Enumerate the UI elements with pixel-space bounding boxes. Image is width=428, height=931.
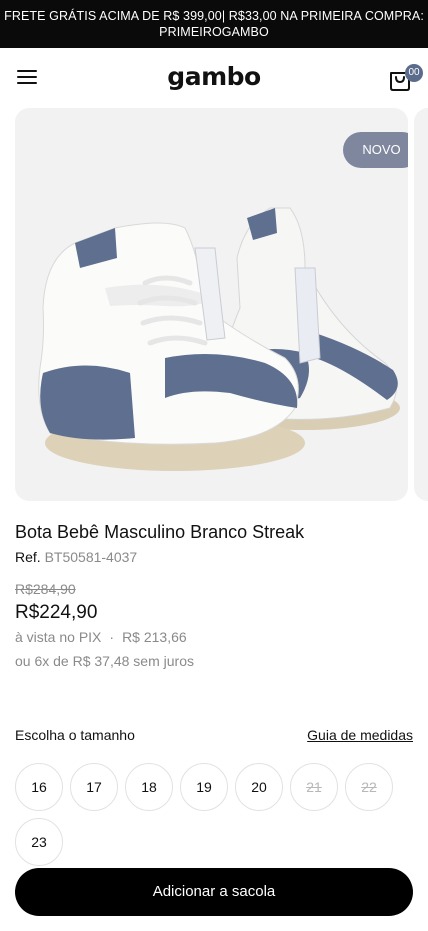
- size-option-21[interactable]: 21: [290, 763, 338, 811]
- ref-label: Ref.: [15, 549, 41, 565]
- size-option-19[interactable]: 19: [180, 763, 228, 811]
- old-price: R$284,90: [15, 581, 76, 597]
- product-reference: Ref. BT50581-4037: [15, 549, 137, 565]
- promo-line-2: PRIMEIROGAMBO: [159, 25, 269, 39]
- ref-code: BT50581-4037: [44, 549, 138, 565]
- promo-banner: FRETE GRÁTIS ACIMA DE R$ 399,00| R$33,00…: [0, 0, 428, 48]
- shoe-illustration: [38, 207, 400, 471]
- size-option-16[interactable]: 16: [15, 763, 63, 811]
- current-price: R$224,90: [15, 602, 98, 623]
- size-option-20[interactable]: 20: [235, 763, 283, 811]
- add-to-bag-button[interactable]: Adicionar a sacola: [15, 868, 413, 916]
- pix-separator: ·: [109, 629, 115, 645]
- product-gallery[interactable]: NOVO: [0, 108, 428, 502]
- product-image[interactable]: NOVO: [15, 108, 408, 501]
- size-selector-label: Escolha o tamanho: [15, 727, 135, 743]
- size-guide-link[interactable]: Guia de medidas: [307, 727, 413, 743]
- installments-text: ou 6x de R$ 37,48 sem juros: [15, 653, 194, 669]
- brand-logo[interactable]: gambo: [0, 62, 428, 91]
- pix-label: à vista no PIX: [15, 629, 102, 645]
- new-badge: NOVO: [343, 132, 408, 168]
- size-option-17[interactable]: 17: [70, 763, 118, 811]
- product-title: Bota Bebê Masculino Branco Streak: [15, 522, 305, 542]
- promo-line-1: FRETE GRÁTIS ACIMA DE R$ 399,00| R$33,00…: [4, 9, 424, 23]
- size-option-22[interactable]: 22: [345, 763, 393, 811]
- next-product-image[interactable]: [414, 108, 428, 501]
- size-option-23[interactable]: 23: [15, 818, 63, 866]
- pix-price: R$ 213,66: [122, 629, 187, 645]
- pix-price-line: à vista no PIX · R$ 213,66: [15, 629, 187, 645]
- bag-count-badge: 00: [405, 64, 423, 82]
- header: gambo 00: [0, 48, 428, 108]
- size-option-18[interactable]: 18: [125, 763, 173, 811]
